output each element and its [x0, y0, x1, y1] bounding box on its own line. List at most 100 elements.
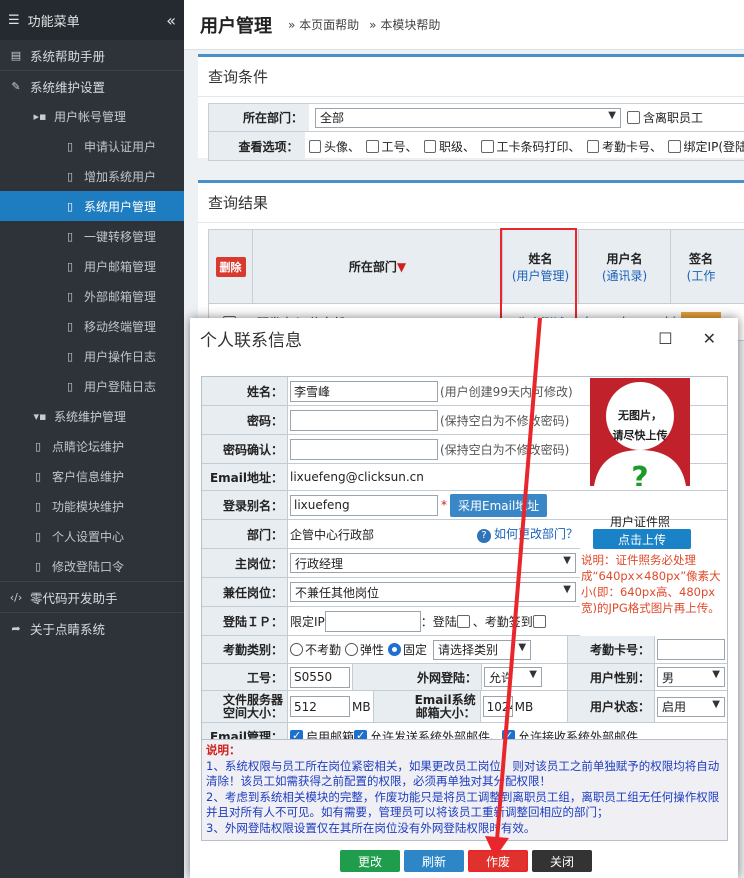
option-checkbox[interactable] — [308, 139, 322, 153]
sidebar-item-label: 用户操作日志 — [84, 349, 157, 364]
dept-label: 部门： — [202, 520, 288, 548]
photo-note: 说明：证件照务必处理成“640px×480px”像素大小(即：640px高、48… — [581, 553, 721, 615]
sidebar-item-password[interactable]: ▯ 修改登陆口令 — [0, 551, 184, 581]
part-post-select[interactable]: 不兼任其他岗位 ▼ — [290, 582, 576, 602]
sidebar-item-login-log[interactable]: ▯ 用户登陆日志 — [0, 371, 184, 401]
close-icon[interactable]: ✕ — [703, 329, 716, 348]
name-input[interactable]: 李雪峰 — [290, 380, 438, 402]
col-sign-sub: (工作 — [686, 268, 716, 283]
code-icon: ‹/› — [9, 590, 23, 604]
page-help-link[interactable]: » 本页面帮助 — [288, 16, 359, 33]
file-icon: ▯ — [66, 199, 74, 213]
col-dept-header[interactable]: 所在部门 — [349, 258, 397, 275]
file-icon: ▯ — [66, 139, 74, 153]
chevron-down-icon: ▼ — [518, 641, 527, 653]
option-label: 考勤卡号、 — [602, 139, 663, 154]
sidebar-item-personal[interactable]: ▯ 个人设置中心 — [0, 521, 184, 551]
option-checkbox[interactable] — [481, 139, 494, 153]
option-label: 头像、 — [324, 139, 361, 154]
sidebar-item-lowcode[interactable]: ‹/› 零代码开发助手 — [0, 582, 184, 612]
use-email-button[interactable]: 采用Email地址 — [450, 493, 548, 517]
sidebar-item-help-manual[interactable]: ▤ 系统帮助手册 — [0, 40, 184, 70]
main-post-select[interactable]: 行政经理 ▼ — [290, 553, 576, 573]
dialog-title: 个人联系信息 — [200, 330, 302, 351]
results-title: 查询结果 — [198, 183, 744, 223]
attend-category-select[interactable]: 请选择类别 ▼ — [433, 639, 532, 660]
collapse-chevron-icon[interactable]: « — [166, 11, 176, 30]
sidebar-item-about[interactable]: ➦ 关于点睛系统 — [0, 613, 184, 643]
file-icon: ▯ — [66, 229, 74, 243]
dept-select[interactable]: 全部 ▼ — [315, 107, 621, 128]
option-checkbox[interactable] — [586, 139, 600, 153]
card-input[interactable] — [657, 639, 725, 660]
jobno-input[interactable]: S0550 — [290, 666, 350, 688]
book-icon: ▤ — [10, 48, 22, 62]
folder-open-icon: ▸▪ — [33, 109, 47, 123]
status-select[interactable]: 启用 ▼ — [657, 696, 725, 717]
sidebar-item-op-log[interactable]: ▯ 用户操作日志 — [0, 341, 184, 371]
sidebar-item-external-mailbox[interactable]: ▯ 外部邮箱管理 — [0, 281, 184, 311]
file-icon: ▯ — [66, 289, 74, 303]
explanation-box: 说明： 1、系统权限与员工所在岗位紧密相关，如果更改员工岗位，则对该员工之前单独… — [201, 739, 728, 841]
sidebar-item-modules[interactable]: ▯ 功能模块维护 — [0, 491, 184, 521]
sidebar-item-customer[interactable]: ▯ 客户信息维护 — [0, 461, 184, 491]
change-dept-link[interactable]: ? 如何更改部门？ — [476, 525, 578, 543]
sidebar-item-apply-user[interactable]: ▯ 申请认证用户 — [0, 131, 184, 161]
ip-input[interactable] — [324, 610, 421, 632]
sidebar-item-label: 个人设置中心 — [52, 529, 125, 544]
col-user-header: 用户名 — [606, 251, 643, 266]
option-checkbox[interactable] — [423, 139, 437, 153]
sidebar-item-label: 点睛论坛维护 — [52, 439, 125, 454]
explanation-line: 3、外网登陆权限设置仅在其所在岗位没有外网登陆权限时有效。 — [206, 820, 536, 835]
col-user-sub[interactable]: (通讯录) — [602, 267, 647, 284]
sidebar-item-label: 申请认证用户 — [84, 139, 157, 154]
part-post-value: 不兼任其他岗位 — [295, 585, 380, 600]
question-icon: ? — [476, 529, 491, 543]
ip-attend-checkbox[interactable] — [532, 614, 546, 628]
password-confirm-input[interactable] — [290, 438, 438, 460]
chevron-down-icon: ▼ — [712, 669, 720, 680]
maximize-icon[interactable]: ☐ — [658, 329, 672, 348]
sidebar-item-label: 用户帐号管理 — [54, 109, 127, 124]
option-label: 工卡条码打印、 — [496, 139, 581, 154]
delete-button[interactable]: 删除 — [215, 256, 246, 277]
file-icon: ▯ — [34, 499, 42, 513]
sidebar-item-label: 系统用户管理 — [84, 199, 157, 214]
close-button[interactable]: 关闭 — [532, 850, 592, 872]
sidebar-item-mobile[interactable]: ▯ 移动终端管理 — [0, 311, 184, 341]
update-button[interactable]: 更改 — [340, 850, 400, 872]
sidebar-item-transfer[interactable]: ▯ 一键转移管理 — [0, 221, 184, 251]
refresh-button[interactable]: 刷新 — [404, 850, 464, 872]
gender-select[interactable]: 男 ▼ — [657, 667, 725, 687]
option-checkbox[interactable] — [668, 139, 681, 153]
items-label: 查看选项： — [209, 132, 305, 160]
sidebar-item-user-mailbox[interactable]: ▯ 用户邮箱管理 — [0, 251, 184, 281]
include-resigned-checkbox[interactable] — [627, 111, 640, 124]
module-help-link[interactable]: » 本模块帮助 — [369, 16, 440, 33]
ip-login-checkbox[interactable] — [456, 614, 470, 628]
password-input[interactable] — [290, 409, 438, 431]
sidebar-item-label: 系统维护管理 — [54, 409, 127, 424]
void-button[interactable]: 作废 — [468, 850, 528, 872]
sidebar-item-sys-maint[interactable]: ▾▪ 系统维护管理 — [0, 401, 184, 431]
file-icon: ▯ — [66, 319, 74, 333]
sidebar-item-label: 系统帮助手册 — [30, 48, 106, 64]
mailbox-size-input[interactable]: 1024 — [482, 696, 513, 717]
fs-size-input[interactable]: 512 — [290, 696, 350, 717]
contact-info-dialog: 个人联系信息 ☐ ✕ 姓名： 李雪峰 (用户创建99天内可修改) 密码： (保持… — [190, 318, 738, 878]
sidebar-item-system-settings[interactable]: ✎ 系统维护设置 — [0, 71, 184, 101]
alias-input[interactable]: lixuefeng — [290, 494, 438, 516]
option-checkbox[interactable] — [366, 139, 379, 153]
upload-button[interactable]: 点击上传 — [593, 529, 691, 549]
attend-fixed-radio[interactable] — [388, 643, 402, 656]
sidebar-item-forum[interactable]: ▯ 点睛论坛维护 — [0, 431, 184, 461]
attend-none-radio[interactable] — [290, 643, 303, 656]
sidebar-item-add-user[interactable]: ▯ 增加系统用户 — [0, 161, 184, 191]
change-dept-label: 如何更改部门？ — [493, 527, 578, 541]
sidebar-item-user-mgmt[interactable]: ▯ 系统用户管理 — [0, 191, 184, 221]
ext-login-select[interactable]: 允许 ▼ — [484, 667, 542, 687]
sidebar-item-account-mgmt[interactable]: ▸▪ 用户帐号管理 — [0, 101, 184, 131]
attend-type-label: 考勤类别： — [202, 636, 288, 663]
attend-flex-radio[interactable] — [345, 643, 359, 656]
card-label: 考勤卡号： — [567, 636, 655, 663]
